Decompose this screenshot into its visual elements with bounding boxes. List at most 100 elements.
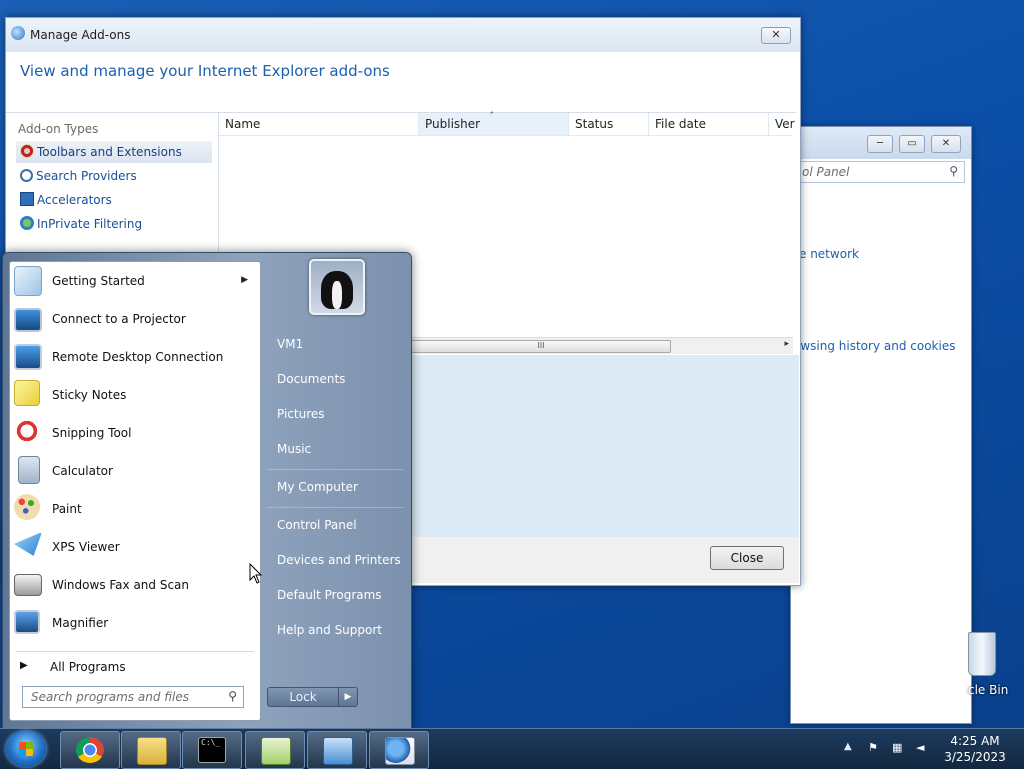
addon-list-header: Name Publisher ˆ Status File date Ver bbox=[219, 110, 795, 136]
column-header-label: Publisher bbox=[425, 117, 481, 131]
my-computer-link[interactable]: My Computer bbox=[277, 480, 358, 494]
all-programs-button[interactable]: ▶ All Programs bbox=[10, 656, 260, 680]
program-label: Snipping Tool bbox=[52, 426, 132, 440]
close-window-button[interactable]: ✕ bbox=[761, 27, 791, 44]
addons-titlebar[interactable]: Manage Add-ons ✕ bbox=[6, 18, 800, 52]
start-menu: Getting Started ▶ Connect to a Projector… bbox=[2, 252, 412, 730]
column-header-status[interactable]: Status bbox=[569, 113, 649, 135]
column-header-publisher[interactable]: Publisher ˆ bbox=[419, 110, 569, 135]
taskbar-button-notepad[interactable] bbox=[245, 731, 305, 769]
paint-icon bbox=[14, 494, 40, 520]
close-button[interactable]: ✕ bbox=[931, 135, 961, 153]
column-header-file-date[interactable]: File date bbox=[649, 113, 769, 135]
column-header-name[interactable]: Name bbox=[219, 113, 419, 135]
sort-ascending-icon: ˆ bbox=[489, 110, 495, 123]
program-label: Remote Desktop Connection bbox=[52, 350, 224, 364]
lock-button[interactable]: Lock bbox=[267, 687, 339, 707]
devices-printers-link[interactable]: Devices and Printers bbox=[277, 553, 401, 567]
cmd-icon: C:\_ bbox=[198, 737, 226, 763]
network-link[interactable]: e network bbox=[799, 247, 859, 261]
user-folder-link[interactable]: VM1 bbox=[277, 337, 303, 351]
submenu-arrow-icon[interactable]: ▶ bbox=[241, 275, 248, 285]
taskbar-button-chrome[interactable] bbox=[60, 731, 120, 769]
search-icon[interactable]: ⚲ bbox=[949, 164, 958, 178]
music-link[interactable]: Music bbox=[277, 442, 311, 456]
start-search-input[interactable]: Search programs and files ⚲ bbox=[22, 686, 244, 708]
control-panel-icon bbox=[323, 737, 353, 765]
control-panel-search-input[interactable]: ol Panel ⚲ bbox=[797, 161, 965, 183]
start-button[interactable] bbox=[6, 731, 46, 767]
help-support-link[interactable]: Help and Support bbox=[277, 623, 382, 637]
scrollbar-thumb[interactable]: III bbox=[411, 340, 671, 353]
magnifier-app-icon bbox=[14, 610, 40, 634]
user-avatar[interactable] bbox=[309, 259, 365, 315]
maximize-button[interactable]: ▭ bbox=[899, 135, 925, 153]
shutdown-options-button[interactable]: ▶ bbox=[338, 687, 358, 707]
program-fax-scan[interactable]: Windows Fax and Scan bbox=[10, 566, 260, 604]
projector-icon bbox=[14, 308, 42, 332]
addon-type-search-providers[interactable]: Search Providers bbox=[16, 165, 212, 187]
control-panel-link[interactable]: Control Panel bbox=[277, 518, 357, 532]
taskbar-button-ie-tools[interactable] bbox=[369, 731, 429, 769]
sticky-notes-icon bbox=[14, 380, 40, 406]
program-label: Sticky Notes bbox=[52, 388, 127, 402]
scroll-right-icon[interactable]: ▸ bbox=[784, 339, 789, 349]
gear-icon bbox=[20, 144, 34, 158]
search-placeholder: Search programs and files bbox=[31, 690, 189, 704]
program-paint[interactable]: Paint bbox=[10, 490, 260, 528]
recycle-bin-icon bbox=[968, 632, 996, 676]
default-programs-link[interactable]: Default Programs bbox=[277, 588, 382, 602]
snipping-tool-icon bbox=[14, 418, 40, 444]
control-panel-titlebar[interactable]: ─ ▭ ✕ bbox=[791, 127, 971, 159]
volume-icon[interactable]: ◄ bbox=[916, 741, 930, 755]
search-placeholder: ol Panel bbox=[802, 165, 850, 179]
taskbar: C:\_ ▲ ⚑ ▦ ◄ 4:25 AM 3/25/2023 bbox=[0, 728, 1024, 769]
getting-started-icon bbox=[14, 266, 42, 296]
all-programs-label: All Programs bbox=[50, 660, 126, 674]
taskbar-button-control-panel[interactable] bbox=[307, 731, 367, 769]
program-label: XPS Viewer bbox=[52, 540, 120, 554]
program-calculator[interactable]: Calculator bbox=[10, 452, 260, 490]
taskbar-button-cmd[interactable]: C:\_ bbox=[182, 731, 242, 769]
arrow-right-icon: ▶ bbox=[20, 660, 28, 671]
recycle-bin[interactable]: cle Bin bbox=[964, 632, 1024, 702]
control-panel-window[interactable]: ─ ▭ ✕ ol Panel ⚲ e network owsing histor… bbox=[790, 126, 972, 724]
inprivate-icon bbox=[20, 216, 34, 230]
minimize-button[interactable]: ─ bbox=[867, 135, 893, 153]
search-icon[interactable]: ⚲ bbox=[228, 689, 237, 703]
taskbar-button-explorer[interactable] bbox=[121, 731, 181, 769]
page-title: View and manage your Internet Explorer a… bbox=[20, 62, 390, 80]
calculator-icon bbox=[18, 456, 40, 484]
remote-desktop-icon bbox=[14, 344, 42, 370]
program-magnifier[interactable]: Magnifier bbox=[10, 604, 260, 642]
clock-date[interactable]: 3/25/2023 bbox=[940, 750, 1010, 764]
divider bbox=[16, 651, 254, 652]
ie-checklist-icon bbox=[385, 737, 415, 765]
show-hidden-icons-button[interactable]: ▲ bbox=[844, 741, 852, 752]
addon-type-accelerators[interactable]: Accelerators bbox=[16, 189, 212, 211]
browsing-history-link[interactable]: owsing history and cookies bbox=[793, 339, 955, 353]
clock-time[interactable]: 4:25 AM bbox=[940, 734, 1010, 748]
folder-icon bbox=[137, 737, 167, 765]
addon-type-label: Search Providers bbox=[36, 169, 137, 183]
pictures-link[interactable]: Pictures bbox=[277, 407, 325, 421]
addon-type-toolbars[interactable]: Toolbars and Extensions bbox=[16, 141, 212, 163]
program-label: Paint bbox=[52, 502, 82, 516]
program-remote-desktop[interactable]: Remote Desktop Connection bbox=[10, 338, 260, 376]
program-snipping-tool[interactable]: Snipping Tool bbox=[10, 414, 260, 452]
program-xps-viewer[interactable]: XPS Viewer bbox=[10, 528, 260, 566]
windows-logo-icon bbox=[19, 742, 33, 756]
addon-details-pane bbox=[411, 355, 799, 537]
horizontal-scrollbar[interactable]: III ▸ bbox=[411, 337, 793, 354]
action-center-icon[interactable]: ⚑ bbox=[868, 741, 882, 755]
program-sticky-notes[interactable]: Sticky Notes bbox=[10, 376, 260, 414]
addon-type-inprivate[interactable]: InPrivate Filtering bbox=[16, 213, 212, 235]
program-connect-projector[interactable]: Connect to a Projector bbox=[10, 300, 260, 338]
close-button[interactable]: Close bbox=[710, 546, 784, 570]
documents-link[interactable]: Documents bbox=[277, 372, 345, 386]
column-header-version[interactable]: Ver bbox=[769, 113, 795, 135]
network-icon[interactable]: ▦ bbox=[892, 741, 906, 755]
divider bbox=[267, 507, 403, 508]
program-getting-started[interactable]: Getting Started ▶ bbox=[10, 262, 260, 300]
ie-addons-icon bbox=[11, 26, 25, 40]
